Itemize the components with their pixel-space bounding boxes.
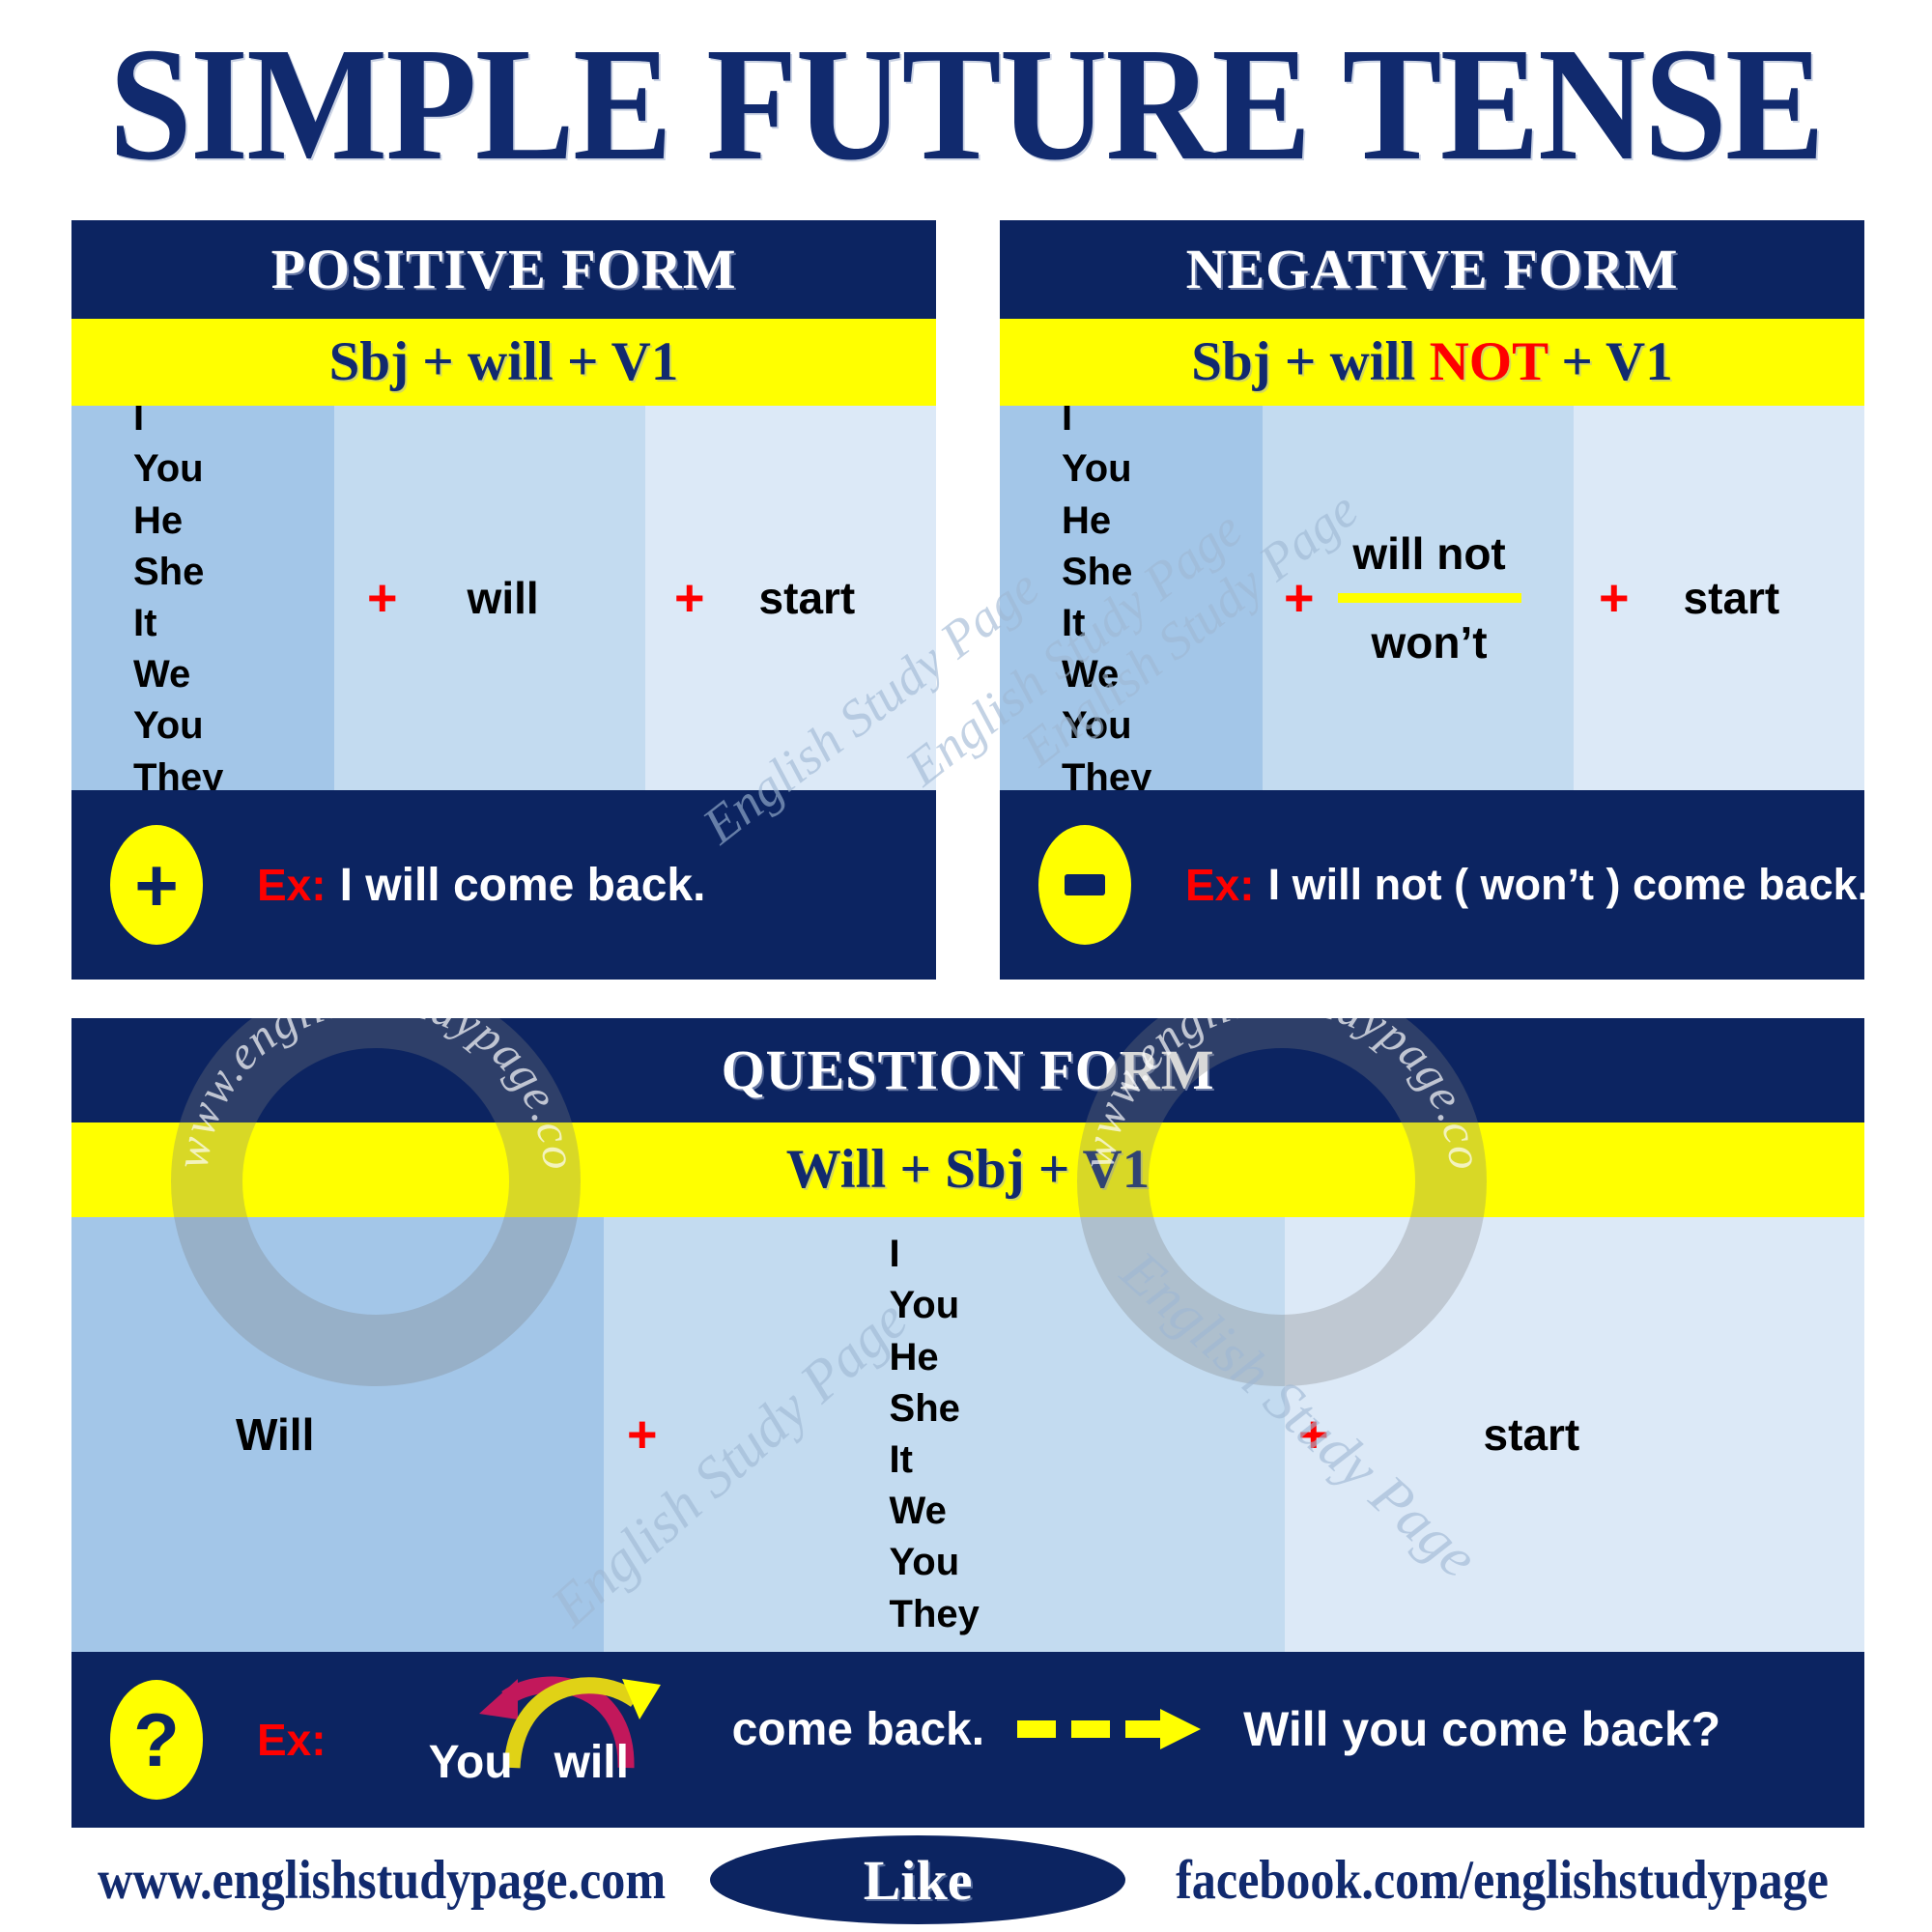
example-label: Ex:: [257, 860, 327, 910]
negative-example-bar: Ex: I will not ( won’t ) come back.: [1000, 790, 1864, 980]
plus-sign-icon: +: [1599, 569, 1630, 627]
question-subject-column: + I You He She It We You They: [604, 1217, 1285, 1652]
will-not-word: will not: [1352, 528, 1506, 579]
will-not-stack: will not won’t: [1337, 527, 1521, 668]
infographic-page: SIMPLE FUTURE TENSE POSITIVE FORM Sbj + …: [0, 0, 1932, 1932]
question-badge-label: ?: [133, 1697, 180, 1782]
plus-badge-icon: +: [110, 825, 203, 945]
positive-example-bar: + Ex: I will come back.: [71, 790, 936, 980]
subject-pronoun-list: I You He She It We You They: [133, 396, 224, 799]
question-example-bar: ? Ex: You will come back. Will you come …: [71, 1652, 1864, 1828]
plus-badge-label: +: [134, 842, 179, 927]
example-label: Ex:: [1185, 860, 1255, 910]
plus-sign-icon: +: [367, 569, 398, 627]
positive-body: I You He She It We You They + will + sta…: [71, 396, 936, 799]
question-sentence-tail: come back.: [731, 1703, 985, 1755]
dashed-arrow-icon: [1017, 1709, 1202, 1749]
website-url[interactable]: www.englishstudypage.com: [98, 1849, 666, 1912]
positive-will-word: will: [467, 573, 539, 623]
positive-form-panel: POSITIVE FORM Sbj + will + V1 I You He S…: [71, 220, 936, 980]
positive-formula: Sbj + will + V1: [71, 319, 936, 406]
word-order-swap-diagram: You will: [404, 1652, 723, 1828]
wont-word: won’t: [1371, 617, 1488, 668]
footer-bar: www.englishstudypage.com Like facebook.c…: [0, 1835, 1932, 1924]
question-verb-word: start: [1483, 1409, 1580, 1460]
swap-word-will: will: [554, 1737, 629, 1788]
negative-body: I You He She It We You They + will not w…: [1000, 396, 1864, 799]
negative-form-panel: NEGATIVE FORM Sbj + will NOT + V1 I You …: [1000, 220, 1864, 980]
minus-badge-icon: [1038, 825, 1131, 945]
swap-word-subject: You: [428, 1737, 513, 1788]
negative-formula-prefix: Sbj + will: [1191, 331, 1430, 392]
question-formula: Will + Sbj + V1: [71, 1122, 1864, 1217]
page-title: SIMPLE FUTURE TENSE: [108, 14, 1825, 194]
plus-sign-icon: +: [674, 569, 705, 627]
positive-example-sentence: I will come back.: [339, 859, 706, 911]
negative-will-not-column: + will not won’t: [1263, 406, 1574, 790]
plus-sign-icon: +: [1298, 1406, 1329, 1463]
positive-verb-column: + start: [645, 406, 936, 790]
subject-pronoun-list: I You He She It We You They: [889, 1233, 980, 1635]
negative-example-sentence: I will not ( won’t ) come back.: [1267, 860, 1864, 909]
negative-formula: Sbj + will NOT + V1: [1000, 319, 1864, 406]
positive-will-column: + will: [334, 406, 645, 790]
question-will-column: Will: [71, 1217, 604, 1652]
negative-formula-suffix: + V1: [1548, 331, 1673, 392]
facebook-url[interactable]: facebook.com/englishstudypage: [1176, 1849, 1829, 1912]
question-verb-column: + start: [1285, 1217, 1864, 1652]
negative-verb-column: + start: [1574, 406, 1864, 790]
positive-verb-word: start: [758, 573, 856, 623]
question-badge-icon: ?: [110, 1680, 203, 1800]
positive-form-header: POSITIVE FORM: [71, 220, 936, 319]
plus-sign-icon: +: [1284, 569, 1315, 627]
question-body: Will + I You He She It We You They + sta…: [71, 1217, 1864, 1652]
negative-formula-not: NOT: [1429, 331, 1548, 392]
positive-formula-text: Sbj + will + V1: [328, 331, 679, 392]
question-form-panel: www.englishstudypage.com www.englishstud…: [71, 1018, 1864, 1828]
example-label: Ex:: [257, 1715, 327, 1765]
like-button[interactable]: Like: [710, 1835, 1126, 1924]
negative-form-header: NEGATIVE FORM: [1000, 220, 1864, 319]
question-will-word: Will: [236, 1409, 315, 1460]
divider-line: [1337, 593, 1521, 603]
swap-words: You will: [429, 1736, 629, 1789]
minus-glyph: [1065, 874, 1105, 895]
question-result-sentence: Will you come back?: [1243, 1702, 1721, 1756]
plus-sign-icon: +: [627, 1406, 658, 1463]
positive-subject-column: I You He She It We You They: [71, 396, 334, 799]
subject-pronoun-list: I You He She It We You They: [1062, 396, 1152, 799]
negative-verb-word: start: [1683, 573, 1780, 623]
question-formula-text: Will + Sbj + V1: [785, 1139, 1151, 1200]
question-form-header: QUESTION FORM: [71, 1018, 1864, 1122]
negative-subject-column: I You He She It We You They: [1000, 396, 1263, 799]
